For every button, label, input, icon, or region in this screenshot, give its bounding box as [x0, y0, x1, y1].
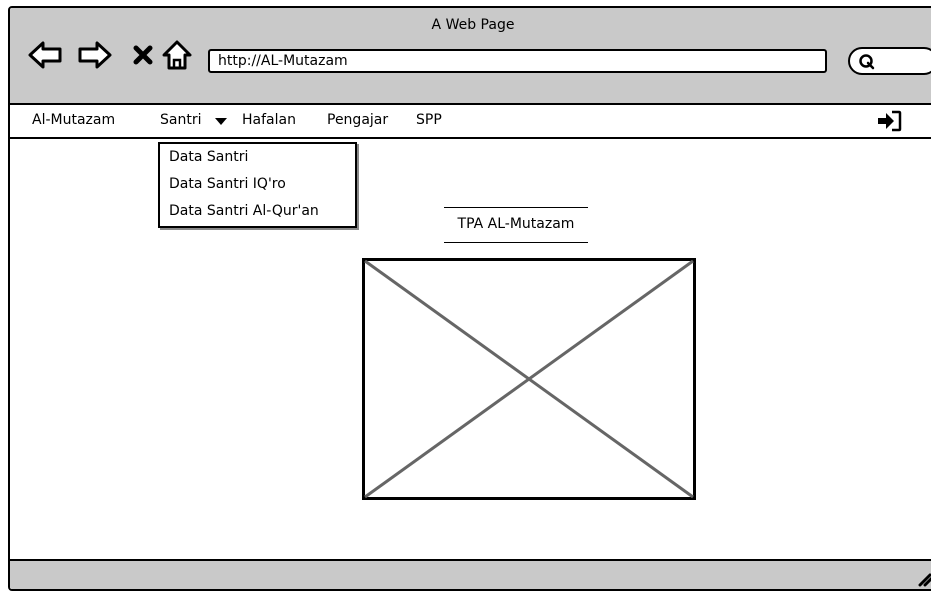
- home-button[interactable]: [158, 38, 196, 72]
- browser-toolbar: A Web Page http://AL-Mutazam: [10, 8, 931, 105]
- back-button[interactable]: [26, 38, 64, 72]
- dropdown-item-data-santri-alquran[interactable]: Data Santri Al-Qur'an: [169, 203, 319, 219]
- dropdown-item-data-santri-iqro[interactable]: Data Santri IQ'ro: [169, 176, 286, 192]
- menu-item-pengajar[interactable]: Pengajar: [327, 112, 388, 128]
- chevron-down-icon[interactable]: [215, 118, 227, 126]
- dropdown-item-data-santri[interactable]: Data Santri: [169, 149, 248, 165]
- forward-button[interactable]: [76, 38, 114, 72]
- stop-button[interactable]: [124, 38, 162, 72]
- login-icon[interactable]: [876, 110, 902, 132]
- page-title-text: TPA AL-Mutazam: [457, 216, 575, 232]
- image-placeholder: [362, 258, 696, 500]
- navigation-menu: Al-Mutazam Santri Hafalan Pengajar SPP: [10, 105, 931, 139]
- status-bar: [10, 559, 931, 589]
- resize-grip-icon[interactable]: [914, 567, 931, 587]
- menu-item-hafalan[interactable]: Hafalan: [242, 112, 296, 128]
- divider: [444, 242, 588, 243]
- home-icon: [162, 40, 192, 70]
- search-input[interactable]: [848, 47, 931, 75]
- forward-icon: [78, 41, 112, 69]
- stop-icon: [133, 45, 153, 65]
- url-input[interactable]: http://AL-Mutazam: [208, 49, 827, 73]
- brand-link[interactable]: Al-Mutazam: [32, 112, 115, 128]
- browser-window: A Web Page http://AL-Mutazam Al-Mutazam …: [8, 6, 931, 591]
- menu-item-santri[interactable]: Santri: [160, 112, 201, 128]
- page-title: TPA AL-Mutazam: [438, 207, 594, 243]
- santri-dropdown-menu: Data Santri Data Santri IQ'ro Data Santr…: [158, 142, 357, 228]
- menu-item-spp[interactable]: SPP: [416, 112, 442, 128]
- back-icon: [28, 41, 62, 69]
- search-icon: [859, 54, 875, 70]
- window-title: A Web Page: [431, 17, 515, 33]
